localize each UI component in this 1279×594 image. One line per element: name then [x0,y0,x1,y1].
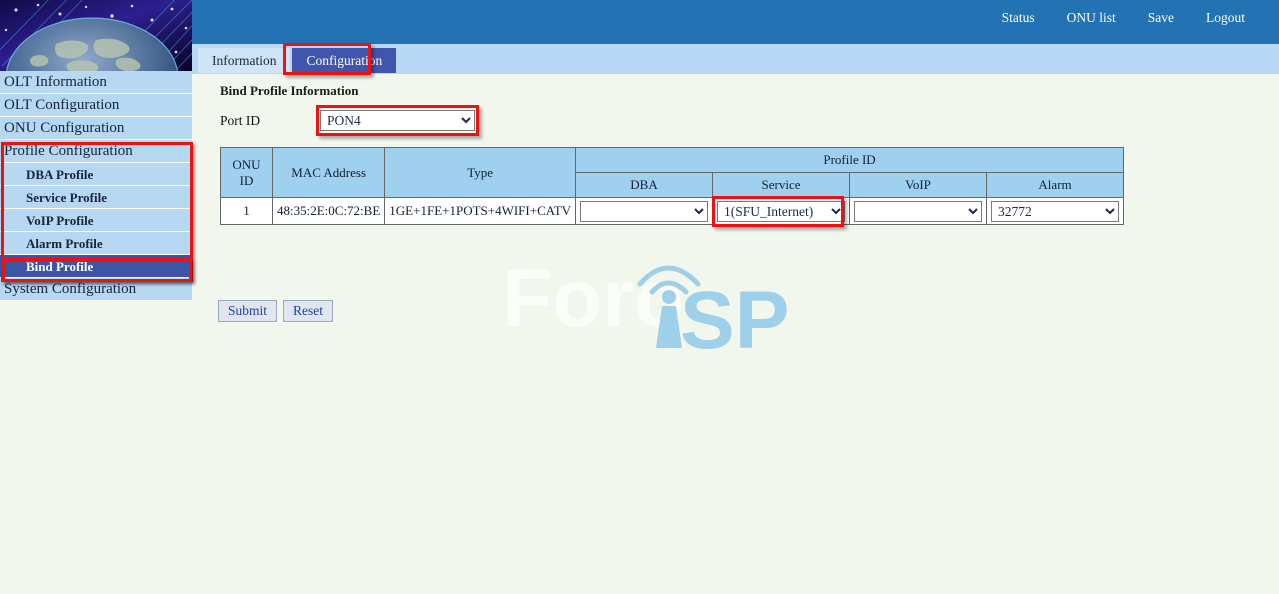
port-id-select-wrapper: PON4 [320,110,475,131]
table-row: 1 48:35:2E:0C:72:BE 1GE+1FE+1POTS+4WIFI+… [221,198,1124,225]
cell-alarm: 32772 [987,198,1124,225]
col-header-dba: DBA [576,173,713,198]
tab-label: Configuration [306,53,382,68]
page-title: Bind Profile Information [220,83,358,99]
col-header-voip: VoIP [850,173,987,198]
sidebar-item-label: OLT Configuration [4,97,119,113]
sidebar-item-label: OLT Information [4,74,107,90]
sidebar-item-dba-profile[interactable]: DBA Profile [0,163,192,186]
table-head: ONU ID MAC Address Type Profile ID DBA S… [221,148,1124,198]
alarm-profile-select[interactable]: 32772 [991,201,1119,222]
sidebar-item-system-configuration[interactable]: System Configuration [0,278,192,301]
sidebar-item-label: ONU Configuration [4,120,124,136]
page-root: OLT Information OLT Configuration ONU Co… [0,0,1279,594]
sidebar-item-onu-configuration[interactable]: ONU Configuration [0,117,192,140]
cell-onu-id: 1 [221,198,273,225]
sidebar-item-label: System Configuration [4,281,136,297]
sidebar-item-label: VoIP Profile [26,213,94,228]
cell-service: 1(SFU_Internet) [713,198,850,225]
svg-text:Foro: Foro [502,253,684,344]
bind-profile-table: ONU ID MAC Address Type Profile ID DBA S… [220,147,1124,225]
foroisp-watermark: Foro SP [502,244,802,354]
top-bar: Status ONU list Save Logout [192,0,1279,44]
port-id-label: Port ID [220,113,320,129]
dba-profile-select[interactable] [580,201,708,222]
top-nav-links: Status ONU list Save Logout [986,10,1261,26]
port-id-row: Port ID PON4 [220,110,475,131]
form-buttons: Submit Reset [218,300,333,322]
sidebar-item-olt-configuration[interactable]: OLT Configuration [0,94,192,117]
submit-button[interactable]: Submit [218,300,277,322]
sidebar-item-profile-configuration[interactable]: Profile Configuration [0,140,192,163]
cell-type: 1GE+1FE+1POTS+4WIFI+CATV [385,198,576,225]
col-header-profile-id: Profile ID [576,148,1124,173]
sidebar-item-label: Service Profile [26,190,107,205]
voip-profile-select[interactable] [854,201,982,222]
port-id-select[interactable]: PON4 [320,110,475,131]
nav-link-onu-list[interactable]: ONU list [1051,10,1132,26]
sidebar-item-olt-information[interactable]: OLT Information [0,71,192,94]
table-header-row-1: ONU ID MAC Address Type Profile ID [221,148,1124,173]
sidebar-item-label: Profile Configuration [4,143,133,159]
tab-configuration[interactable]: Configuration [292,48,396,73]
svg-text:SP: SP [680,275,789,354]
cell-dba [576,198,713,225]
tab-information[interactable]: Information [198,48,290,73]
content-area: Foro SP Bind Profile Information Port ID… [192,74,1279,594]
sidebar-item-label: Alarm Profile [26,236,103,251]
col-header-alarm: Alarm [987,173,1124,198]
sidebar-item-service-profile[interactable]: Service Profile [0,186,192,209]
sidebar-item-voip-profile[interactable]: VoIP Profile [0,209,192,232]
tab-label: Information [212,53,276,68]
sidebar-item-label: DBA Profile [26,167,93,182]
service-profile-select[interactable]: 1(SFU_Internet) [717,201,845,222]
col-header-service: Service [713,173,850,198]
col-header-type: Type [385,148,576,198]
service-select-wrapper: 1(SFU_Internet) [717,201,845,222]
col-header-mac-address: MAC Address [273,148,385,198]
cell-mac-address: 48:35:2E:0C:72:BE [273,198,385,225]
col-header-onu-id: ONU ID [221,148,273,198]
sidebar-item-bind-profile[interactable]: Bind Profile [0,255,192,278]
nav-link-logout[interactable]: Logout [1190,10,1261,26]
sidebar-item-alarm-profile[interactable]: Alarm Profile [0,232,192,255]
sidebar: OLT Information OLT Configuration ONU Co… [0,0,192,594]
sidebar-item-label: Bind Profile [26,259,93,274]
nav-link-save[interactable]: Save [1132,10,1190,26]
reset-button[interactable]: Reset [283,300,333,322]
nav-link-status[interactable]: Status [986,10,1051,26]
tab-strip: Information Configuration [192,44,1279,74]
globe-banner-image [0,0,192,71]
sidebar-menu: OLT Information OLT Configuration ONU Co… [0,71,192,301]
table-body: 1 48:35:2E:0C:72:BE 1GE+1FE+1POTS+4WIFI+… [221,198,1124,225]
cell-voip [850,198,987,225]
